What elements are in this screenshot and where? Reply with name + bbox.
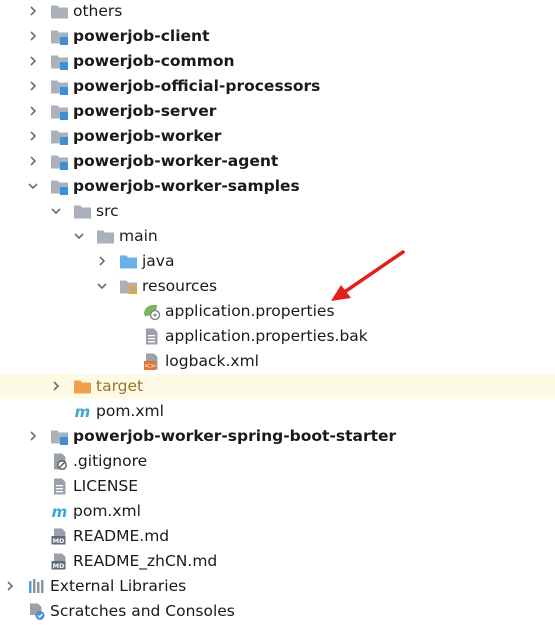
chevron-right-icon[interactable]: [27, 155, 39, 167]
tree-node[interactable]: main: [0, 224, 555, 249]
chevron-right-icon[interactable]: [27, 80, 39, 92]
tree-node[interactable]: application.properties.bak: [0, 324, 555, 349]
scratches-icon: [27, 602, 46, 621]
chevron-down-icon[interactable]: [27, 180, 39, 192]
module-folder-icon: [50, 127, 69, 146]
tree-node-label: others: [73, 2, 123, 20]
svg-text:m: m: [75, 403, 91, 421]
tree-node[interactable]: powerjob-client: [0, 24, 555, 49]
tree-node[interactable]: powerjob-worker-agent: [0, 149, 555, 174]
svg-text:<>: <>: [144, 362, 156, 370]
folder-icon: [50, 2, 69, 21]
tree-node-label: powerjob-worker-samples: [73, 177, 300, 195]
module-folder-icon: [50, 177, 69, 196]
tree-node-label: main: [119, 227, 158, 245]
tree-node-label: powerjob-worker-spring-boot-starter: [73, 427, 397, 445]
markdown-icon: MD: [50, 527, 69, 546]
module-folder-icon: [50, 152, 69, 171]
maven-icon: m: [50, 502, 69, 521]
tree-node[interactable]: m pom.xml: [0, 399, 555, 424]
chevron-right-icon[interactable]: [27, 130, 39, 142]
tree-node[interactable]: .gitignore: [0, 449, 555, 474]
tree-node-label: pom.xml: [96, 402, 164, 420]
folder-icon: [73, 202, 92, 221]
tree-node-label: powerjob-client: [73, 27, 210, 45]
chevron-right-icon[interactable]: [4, 580, 16, 592]
project-tree: others powerjob-client powerjob-common powe…: [0, 0, 555, 629]
tree-node-label: README_zhCN.md: [73, 552, 218, 570]
tree-node-label: java: [142, 252, 175, 270]
tree-node-label: application.properties.bak: [165, 327, 368, 345]
tree-node[interactable]: <> logback.xml: [0, 349, 555, 374]
tree-node-label: src: [96, 202, 119, 220]
tree-node[interactable]: src: [0, 199, 555, 224]
tree-node[interactable]: Scratches and Consoles: [0, 599, 555, 624]
tree-node[interactable]: target: [0, 374, 555, 399]
tree-node[interactable]: powerjob-worker-samples: [0, 174, 555, 199]
chevron-down-icon[interactable]: [96, 280, 108, 292]
tree-node-label: External Libraries: [50, 577, 187, 595]
source-folder-icon: [119, 252, 138, 271]
tree-node-label: pom.xml: [73, 502, 141, 520]
tree-node[interactable]: others: [0, 0, 555, 24]
tree-node-label: .gitignore: [73, 452, 148, 470]
tree-node-label: powerjob-server: [73, 102, 217, 120]
tree-node-label: README.md: [73, 527, 170, 545]
libraries-icon: [27, 577, 46, 596]
excluded-folder-icon: [73, 377, 92, 396]
tree-node[interactable]: application.properties: [0, 299, 555, 324]
tree-node[interactable]: powerjob-common: [0, 49, 555, 74]
tree-node-label: powerjob-worker-agent: [73, 152, 279, 170]
tree-node-label: target: [96, 377, 144, 395]
module-folder-icon: [50, 427, 69, 446]
tree-node[interactable]: powerjob-worker: [0, 124, 555, 149]
module-folder-icon: [50, 77, 69, 96]
chevron-right-icon[interactable]: [27, 30, 39, 42]
tree-node-label: Scratches and Consoles: [50, 602, 235, 620]
resources-folder-icon: [119, 277, 138, 296]
tree-node-label: application.properties: [165, 302, 335, 320]
chevron-down-icon[interactable]: [50, 205, 62, 217]
tree-node[interactable]: External Libraries: [0, 574, 555, 599]
tree-node-label: logback.xml: [165, 352, 259, 370]
chevron-right-icon[interactable]: [27, 105, 39, 117]
tree-node[interactable]: m pom.xml: [0, 499, 555, 524]
chevron-right-icon[interactable]: [50, 380, 62, 392]
svg-text:MD: MD: [53, 537, 65, 545]
tree-node-label: resources: [142, 277, 218, 295]
tree-node[interactable]: MD README_zhCN.md: [0, 549, 555, 574]
tree-node[interactable]: LICENSE: [0, 474, 555, 499]
tree-node[interactable]: powerjob-worker-spring-boot-starter: [0, 424, 555, 449]
xml-file-icon: <>: [142, 352, 161, 371]
text-file-icon: [50, 477, 69, 496]
tree-node-label: powerjob-worker: [73, 127, 222, 145]
svg-text:m: m: [52, 503, 68, 521]
maven-icon: m: [73, 402, 92, 421]
chevron-right-icon[interactable]: [27, 5, 39, 17]
markdown-icon: MD: [50, 552, 69, 571]
spring-properties-icon: [142, 302, 161, 321]
text-file-icon: [142, 327, 161, 346]
chevron-right-icon[interactable]: [27, 55, 39, 67]
tree-node-label: powerjob-official-processors: [73, 77, 321, 95]
tree-node[interactable]: MD README.md: [0, 524, 555, 549]
tree-node[interactable]: powerjob-official-processors: [0, 74, 555, 99]
tree-node[interactable]: powerjob-server: [0, 99, 555, 124]
module-folder-icon: [50, 102, 69, 121]
chevron-right-icon[interactable]: [96, 255, 108, 267]
chevron-down-icon[interactable]: [73, 230, 85, 242]
ignore-file-icon: [50, 452, 69, 471]
folder-icon: [96, 227, 115, 246]
svg-text:MD: MD: [53, 562, 65, 570]
module-folder-icon: [50, 27, 69, 46]
tree-node-label: LICENSE: [73, 477, 139, 495]
tree-node[interactable]: java: [0, 249, 555, 274]
chevron-right-icon[interactable]: [27, 430, 39, 442]
tree-node-label: powerjob-common: [73, 52, 235, 70]
module-folder-icon: [50, 52, 69, 71]
tree-node[interactable]: resources: [0, 274, 555, 299]
